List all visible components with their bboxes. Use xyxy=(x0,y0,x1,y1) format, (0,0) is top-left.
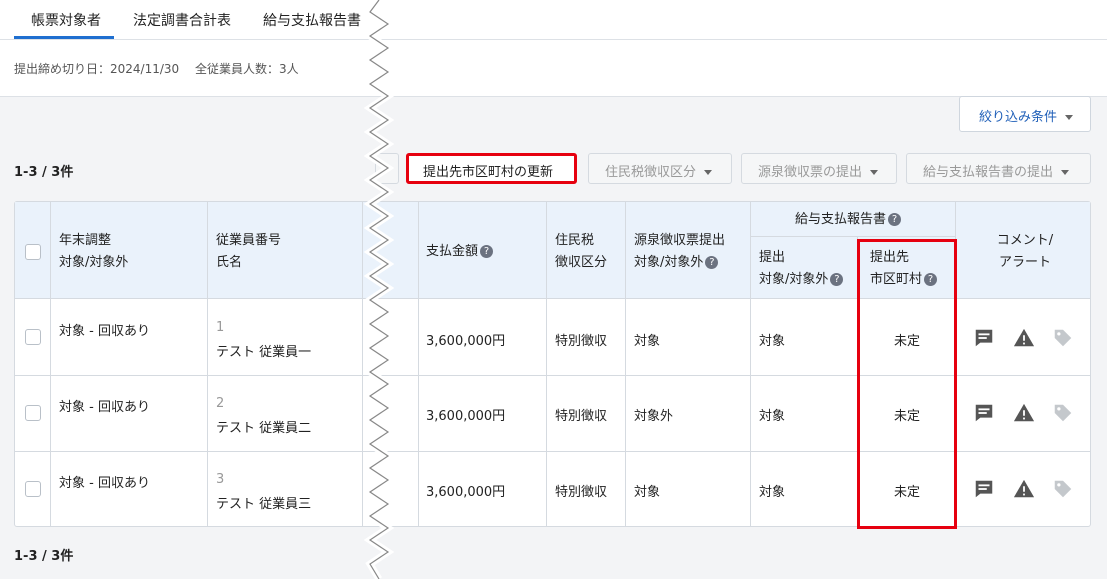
employee-count-text: 全従業員人数：3人 xyxy=(195,62,299,76)
withholding-label: 源泉徴収票の提出 xyxy=(758,165,863,180)
tag-icon[interactable] xyxy=(1052,478,1074,500)
column-divider xyxy=(750,202,751,526)
destination-column-highlight xyxy=(857,239,957,529)
header-withholding-line2: 対象/対象外? xyxy=(634,252,725,274)
help-icon[interactable]: ? xyxy=(480,245,494,258)
salary-report-dropdown[interactable]: 給与支払報告書の提出 xyxy=(906,153,1091,184)
header-comment-line1: コメント/ xyxy=(996,233,1054,248)
tab-target-employees[interactable]: 帳票対象者 xyxy=(31,10,101,30)
help-icon[interactable]: ? xyxy=(705,256,719,269)
header-payment: 支払金額? xyxy=(426,241,494,263)
warning-icon[interactable] xyxy=(1013,402,1035,424)
resident-tax-label: 住民税徴収区分 xyxy=(605,165,697,180)
tag-icon[interactable] xyxy=(1052,402,1074,424)
column-divider xyxy=(50,202,51,526)
help-icon[interactable]: ? xyxy=(888,213,902,226)
header-comment-line2: アラート xyxy=(998,255,1051,270)
screenshot-cut-divider xyxy=(363,0,395,579)
resident-tax-dropdown[interactable]: 住民税徴収区分 xyxy=(588,153,732,184)
header-employee: 従業員番号 氏名 xyxy=(216,230,281,274)
warning-icon[interactable] xyxy=(1013,327,1035,349)
row-checkbox[interactable] xyxy=(25,329,41,345)
column-divider xyxy=(546,202,547,526)
comment-icon[interactable] xyxy=(973,402,995,424)
header-submit-target: 提出 対象/対象外? xyxy=(759,247,844,291)
chevron-down-icon xyxy=(1065,115,1074,120)
year-end-status: 対象 - 回収あり xyxy=(59,476,150,491)
header-salary-report-group: 給与支払報告書? xyxy=(795,209,902,231)
salary-report-label: 給与支払報告書の提出 xyxy=(923,165,1054,180)
year-end-status: 対象 - 回収あり xyxy=(59,324,150,339)
deadline-text: 提出締め切り日：2024/11/30 xyxy=(14,62,180,76)
row-checkbox[interactable] xyxy=(25,481,41,497)
header-year-end-line1: 年末調整 xyxy=(59,233,112,248)
filter-dropdown-button[interactable]: 絞り込み条件 xyxy=(959,96,1091,132)
resident-tax-class: 特別徴収 xyxy=(555,485,608,500)
chevron-down-icon xyxy=(704,170,713,175)
withholding-target: 対象外 xyxy=(634,409,674,424)
submit-target: 対象 xyxy=(759,485,786,500)
employee-number: 2 xyxy=(216,396,225,411)
comment-icon[interactable] xyxy=(973,327,995,349)
header-group-divider xyxy=(750,236,955,237)
header-employee-number: 従業員番号 xyxy=(216,233,282,248)
header-comment-alert: コメント/ アラート xyxy=(991,230,1059,274)
tab-legal-summary[interactable]: 法定調書合計表 xyxy=(133,10,231,30)
header-resident-tax: 住民税 徴収区分 xyxy=(555,230,607,274)
payment-amount: 3,600,000円 xyxy=(426,409,506,424)
header-employee-name: 氏名 xyxy=(216,255,243,270)
tab-salary-report[interactable]: 給与支払報告書 xyxy=(263,10,361,30)
employee-name[interactable]: テスト 従業員三 xyxy=(216,493,311,512)
resident-tax-class: 特別徴収 xyxy=(555,409,608,424)
submit-target: 対象 xyxy=(759,409,786,424)
tab-bar: 帳票対象者 法定調書合計表 給与支払報告書 xyxy=(0,0,1107,40)
header-resident-tax-line1: 住民税 xyxy=(555,233,595,248)
header-submit-line1: 提出 xyxy=(759,250,786,265)
header-salary-report-label: 給与支払報告書 xyxy=(795,212,887,227)
warning-icon[interactable] xyxy=(1013,478,1035,500)
select-all-checkbox[interactable] xyxy=(25,244,41,260)
submission-meta: 提出締め切り日：2024/11/30 全従業員人数：3人 xyxy=(14,60,311,77)
column-divider xyxy=(625,202,626,526)
row-checkbox[interactable] xyxy=(25,405,41,421)
employee-name[interactable]: テスト 従業員一 xyxy=(216,341,311,360)
header-resident-tax-line2: 徴収区分 xyxy=(555,255,608,270)
header-year-end: 年末調整 対象/対象外 xyxy=(59,230,128,274)
resident-tax-class: 特別徴収 xyxy=(555,334,608,349)
employee-number: 1 xyxy=(216,320,225,335)
withholding-target: 対象 xyxy=(634,334,661,349)
result-count-top: 1-3 / 3件 xyxy=(14,165,74,180)
header-withholding-line1: 源泉徴収票提出 xyxy=(634,233,726,248)
tag-icon[interactable] xyxy=(1052,327,1074,349)
payment-amount: 3,600,000円 xyxy=(426,485,506,500)
update-municipality-button[interactable]: 提出先市区町村の更新 xyxy=(406,153,577,184)
top-bar: 帳票対象者 法定調書合計表 給与支払報告書 提出締め切り日：2024/11/30… xyxy=(0,0,1107,97)
header-submit-label: 対象/対象外 xyxy=(759,272,829,287)
column-divider xyxy=(418,202,419,526)
active-tab-indicator xyxy=(14,36,114,39)
withholding-dropdown[interactable]: 源泉徴収票の提出 xyxy=(741,153,897,184)
chevron-down-icon xyxy=(1061,170,1070,175)
update-municipality-label: 提出先市区町村の更新 xyxy=(423,165,554,180)
employee-number: 3 xyxy=(216,472,225,487)
header-withholding: 源泉徴収票提出 対象/対象外? xyxy=(634,230,725,274)
employee-name[interactable]: テスト 従業員二 xyxy=(216,417,311,436)
help-icon[interactable]: ? xyxy=(830,273,844,286)
submit-target: 対象 xyxy=(759,334,786,349)
header-withholding-label: 対象/対象外 xyxy=(634,255,704,270)
withholding-target: 対象 xyxy=(634,485,661,500)
header-year-end-line2: 対象/対象外 xyxy=(59,255,129,270)
column-divider xyxy=(207,202,208,526)
header-submit-line2: 対象/対象外? xyxy=(759,269,844,291)
header-payment-label: 支払金額 xyxy=(426,244,479,259)
comment-icon[interactable] xyxy=(973,478,995,500)
result-count-bottom: 1-3 / 3件 xyxy=(14,549,74,564)
filter-label: 絞り込み条件 xyxy=(979,110,1058,125)
year-end-status: 対象 - 回収あり xyxy=(59,400,150,415)
payment-amount: 3,600,000円 xyxy=(426,334,506,349)
chevron-down-icon xyxy=(870,170,879,175)
